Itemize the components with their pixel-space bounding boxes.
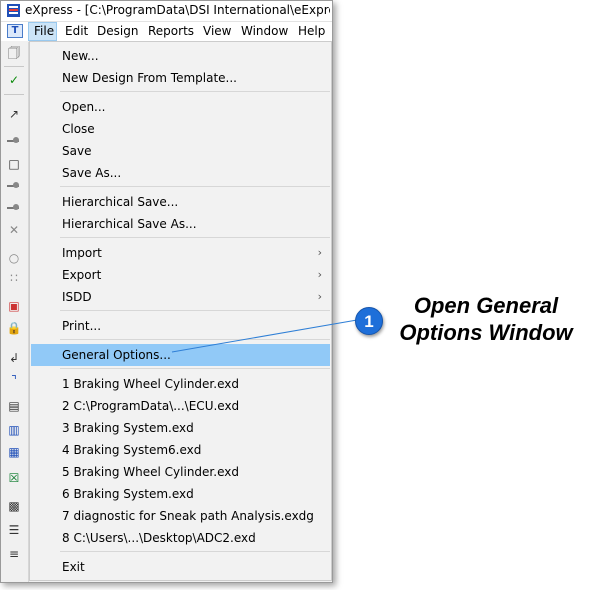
callout-line-2: Options Window <box>399 320 573 345</box>
callout-line-1: Open General <box>413 293 559 318</box>
callout-badge: 1 <box>355 307 383 335</box>
callout-text: Open General Options Window <box>386 292 586 346</box>
